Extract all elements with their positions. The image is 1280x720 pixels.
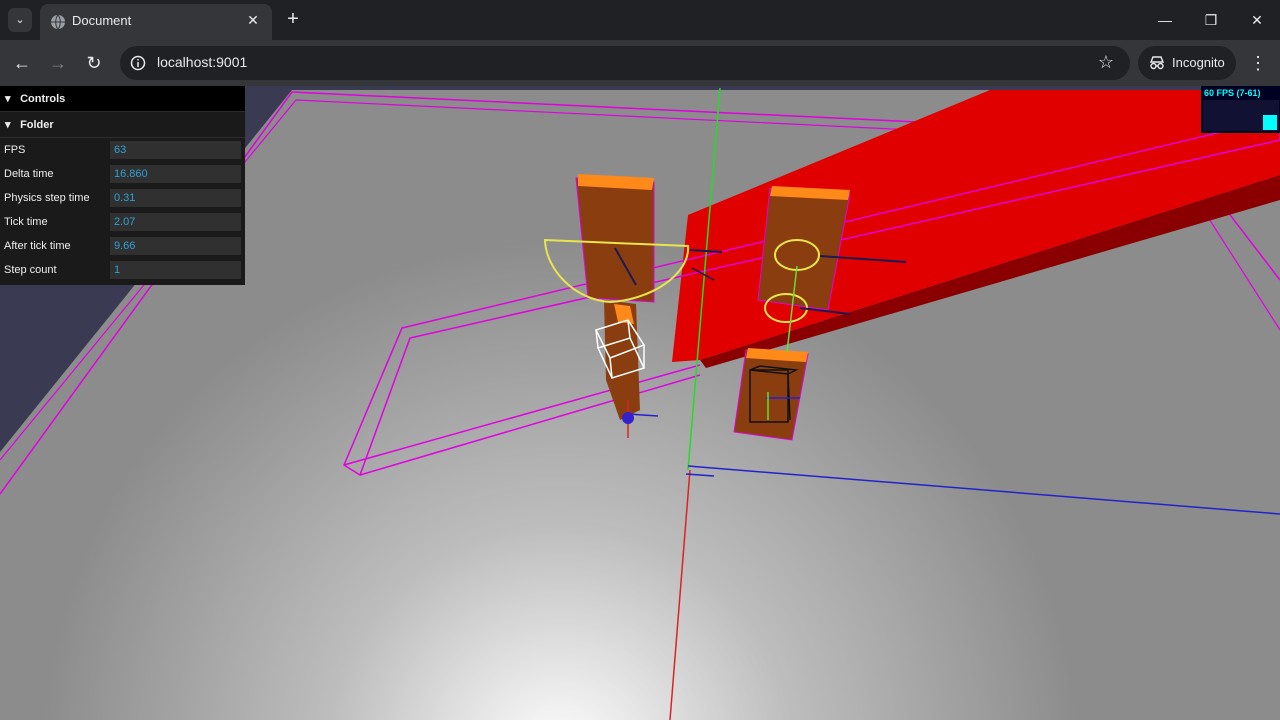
incognito-icon	[1149, 56, 1165, 70]
tab-bar: ⌄ Document ✕ + — ❐ ✕	[0, 0, 1280, 40]
globe-icon	[51, 14, 65, 30]
incognito-badge[interactable]: Incognito	[1138, 46, 1236, 80]
tab-search-button[interactable]: ⌄	[8, 8, 32, 32]
incognito-label: Incognito	[1172, 55, 1225, 70]
arrow-left-icon: ←	[13, 53, 31, 73]
gui-row-label: Physics step time	[4, 192, 90, 204]
gui-row-step-count: Step count 1	[0, 258, 245, 282]
forward-button[interactable]: →	[44, 49, 72, 77]
bookmark-star-icon[interactable]: ☆	[1098, 52, 1114, 73]
box-1	[575, 177, 655, 303]
back-button[interactable]: ←	[8, 49, 36, 77]
chevron-down-icon: ⌄	[15, 14, 25, 26]
gui-row-value[interactable]: 1	[110, 261, 241, 279]
browser-menu-button[interactable]: ⋮	[1246, 49, 1270, 77]
tab-document[interactable]: Document ✕	[40, 4, 272, 40]
controls-panel: ▾ Controls ▾ Folder FPS 63 Delta time 16…	[0, 86, 245, 285]
controls-title: Controls	[20, 93, 66, 105]
gui-row-value[interactable]: 9.66	[110, 237, 241, 255]
url-text: localhost:9001	[157, 54, 248, 70]
minimize-button[interactable]: —	[1142, 4, 1188, 36]
gui-row-fps: FPS 63	[0, 138, 245, 162]
gui-row-label: Tick time	[4, 216, 48, 228]
gui-row-label: Delta time	[4, 168, 54, 180]
fps-graph-bar	[1263, 115, 1277, 130]
reload-button[interactable]: ↻	[80, 49, 108, 77]
restore-button[interactable]: ❐	[1188, 4, 1234, 36]
gui-row-value[interactable]: 2.07	[110, 213, 241, 231]
pillar-joint	[622, 412, 634, 424]
address-bar[interactable]: localhost:9001 ☆	[120, 46, 1130, 80]
gui-row-after-tick-time: After tick time 9.66	[0, 234, 245, 258]
arrow-right-icon: →	[49, 53, 67, 73]
gui-row-value[interactable]: 16.860	[110, 165, 241, 183]
controls-header[interactable]: ▾ Controls	[0, 86, 245, 112]
folder-header[interactable]: ▾ Folder	[0, 112, 245, 138]
gui-row-value[interactable]: 0.31	[110, 189, 241, 207]
close-window-button[interactable]: ✕	[1234, 4, 1280, 36]
reload-icon: ↻	[86, 53, 102, 73]
close-tab-icon[interactable]: ✕	[244, 11, 262, 29]
new-tab-button[interactable]: +	[282, 8, 304, 30]
more-vert-icon: ⋮	[1249, 53, 1267, 73]
gui-row-label: After tick time	[4, 240, 71, 252]
browser-toolbar: ← → ↻ localhost:9001 ☆ Incognito ⋮	[0, 40, 1280, 86]
chevron-down-icon: ▾	[5, 93, 11, 105]
tab-title: Document	[72, 13, 132, 28]
fps-meter[interactable]: 60 FPS (7-61)	[1201, 86, 1280, 133]
gui-row-physics-step-time: Physics step time 0.31	[0, 186, 245, 210]
folder-title: Folder	[20, 119, 54, 131]
fps-meter-text: 60 FPS (7-61)	[1204, 88, 1261, 98]
chevron-down-icon: ▾	[5, 119, 11, 131]
gui-row-tick-time: Tick time 2.07	[0, 210, 245, 234]
gui-row-label: Step count	[4, 264, 57, 276]
gui-row-value[interactable]: 63	[110, 141, 241, 159]
gui-row-delta-time: Delta time 16.860	[0, 162, 245, 186]
gui-row-label: FPS	[4, 144, 26, 156]
site-info-icon[interactable]	[130, 55, 146, 71]
fps-graph	[1203, 100, 1279, 131]
